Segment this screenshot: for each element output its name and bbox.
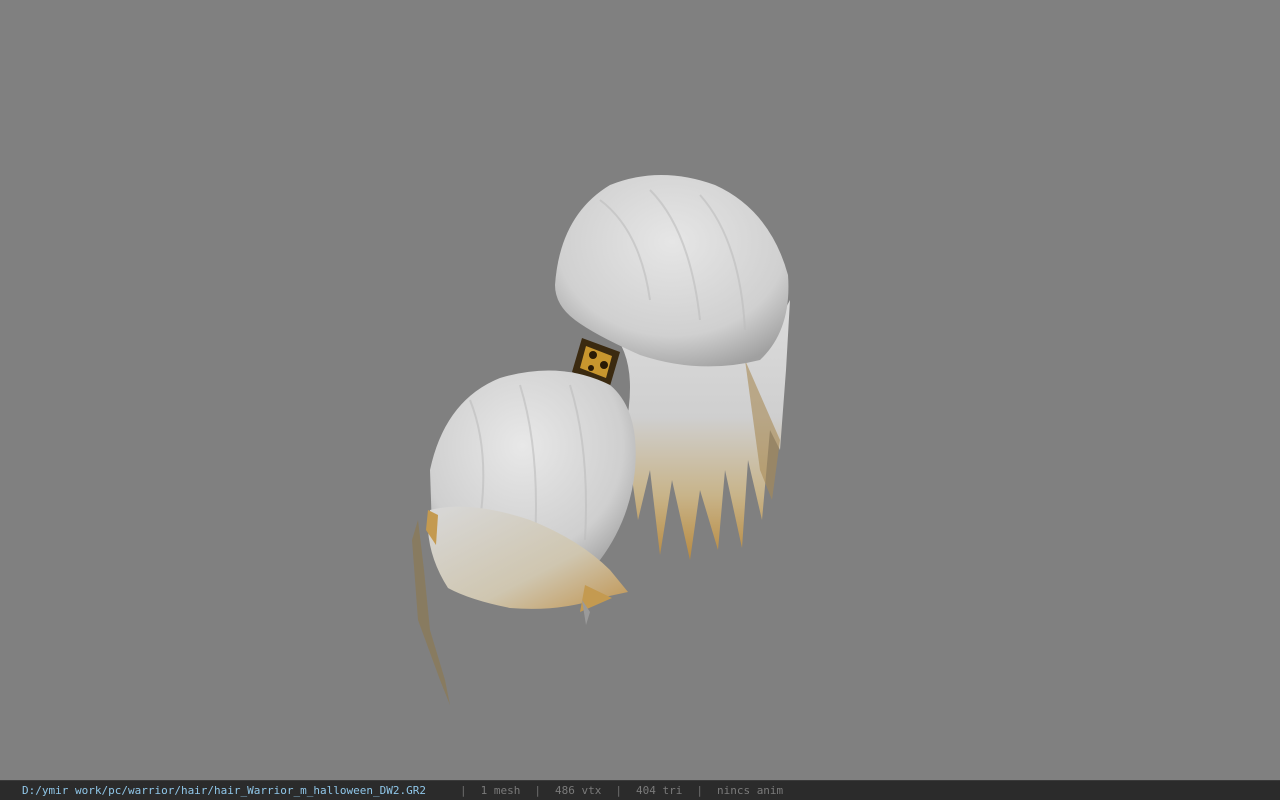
animation-status: nincs anim [716,783,784,797]
triangle-count: 404 tri [635,783,683,797]
file-path: D:/ymir work/pc/warrior/hair/hair_Warrio… [22,783,426,797]
hair-model-render [412,175,790,705]
separator: | [534,783,541,797]
separator: | [459,783,467,797]
mesh-count: 1 mesh [480,783,521,797]
vertex-count: 486 vtx [554,783,602,797]
3d-viewport[interactable] [0,0,1280,780]
separator: | [696,783,703,797]
separator: | [615,783,622,797]
hair-crown [555,175,789,367]
status-bar: D:/ymir work/pc/warrior/hair/hair_Warrio… [0,780,1280,800]
